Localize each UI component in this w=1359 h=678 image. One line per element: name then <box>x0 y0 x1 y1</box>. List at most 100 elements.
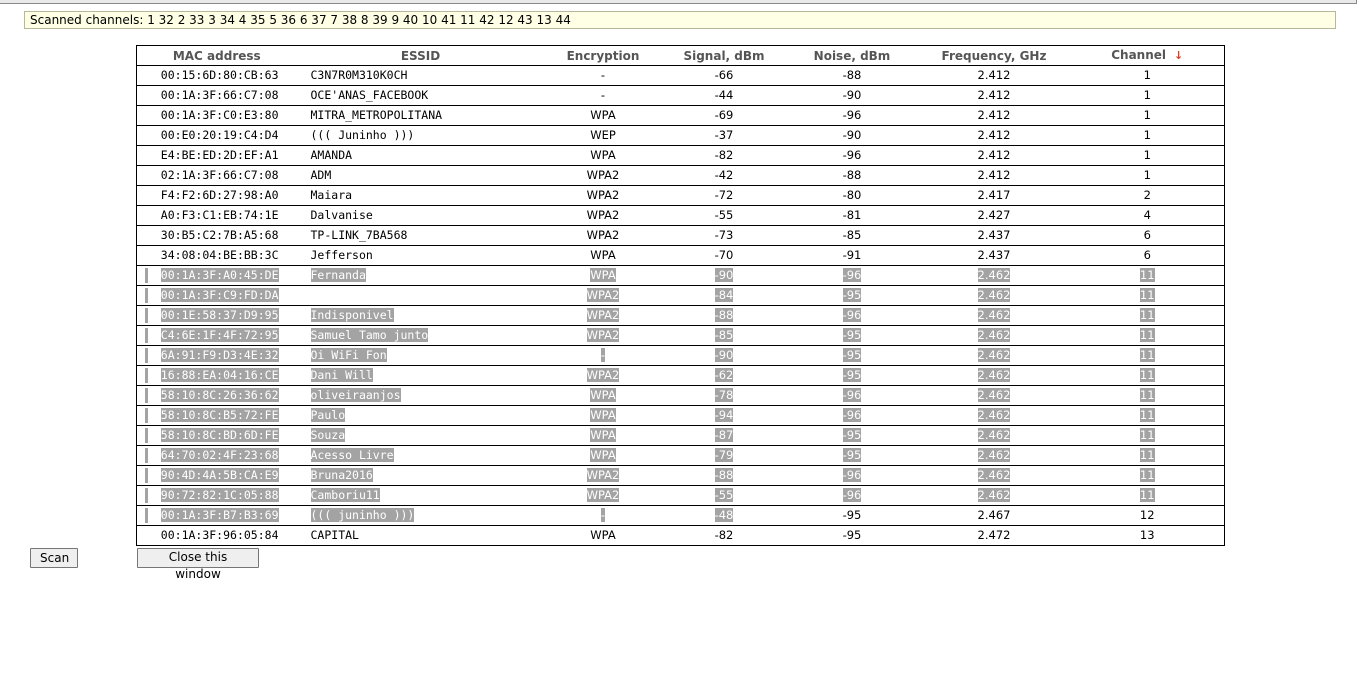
table-row[interactable]: 00:1A:3F:96:05:84 CAPITAL WPA -82 -95 2.472 13 <box>137 526 1225 546</box>
frequency-cell-text: 2.462 <box>977 448 1011 462</box>
encryption-cell: WPA2 <box>544 285 662 306</box>
column-header-signal[interactable]: Signal, dBm <box>661 45 787 66</box>
table-row[interactable]: 58:10:8C:26:36:62 oliveiraanjos WPA -78 -96 2… <box>136 385 1225 406</box>
signal-cell: -94 <box>661 405 787 426</box>
table-row[interactable]: 58:10:8C:B5:72:FE Paulo WPA -94 -96 2.462 11 <box>136 405 1225 426</box>
table-row[interactable]: 00:1A:3F:C0:E3:80 MITRA_METROPOLITANA WPA -… <box>136 105 1225 126</box>
essid-cell: MITRA_METROPOLITANA <box>296 105 545 126</box>
noise-cell-text: -95 <box>842 428 862 442</box>
table-row[interactable]: 90:72:82:1C:05:88 Camboriu11 WPA2 -55 -96 2.4… <box>136 485 1225 506</box>
table-row[interactable]: 00:1A:3F:B7:B3:69 ((( juninho ))) - -48 -95 2… <box>136 505 1225 526</box>
encryption-cell-text: WPA <box>590 448 616 462</box>
mac-cell-text: 00:1A:3F:C0:E3:80 <box>160 108 279 122</box>
encryption-cell: WPA <box>544 265 662 286</box>
column-header-mac[interactable]: MAC address <box>136 45 297 66</box>
essid-cell-text: ((( Juninho ))) <box>310 128 415 142</box>
signal-cell: -85 <box>661 325 787 346</box>
mac-cell-text: 16:88:EA:04:16:CE <box>160 368 279 382</box>
signal-cell: -84 <box>661 285 787 306</box>
table-row[interactable]: 64:70:02:4F:23:68 Acesso Livre WPA -79 -95 2.… <box>136 445 1225 466</box>
column-header-noise[interactable]: Noise, dBm <box>786 45 918 66</box>
mac-cell-text: C4:6E:1F:4F:72:95 <box>160 328 279 342</box>
frequency-cell-text: 2.417 <box>977 188 1011 202</box>
table-row[interactable]: A0:F3:C1:EB:74:1E Dalvanise WPA2 -55 -81 2.42… <box>136 205 1225 226</box>
noise-cell: -81 <box>786 205 918 226</box>
essid-cell: TP-LINK_7BA568 <box>296 225 545 246</box>
column-header-frequency[interactable]: Frequency, GHz <box>917 45 1071 66</box>
mac-cell-text: 58:10:8C:B5:72:FE <box>160 408 279 422</box>
mac-cell-text: 00:E0:20:19:C4:D4 <box>160 128 279 142</box>
frequency-cell-text: 2.412 <box>977 148 1011 162</box>
encryption-cell: WPA2 <box>544 225 662 246</box>
table-row[interactable]: 34:08:04:BE:BB:3C Jefferson WPA -70 -91 2.437… <box>136 245 1225 266</box>
signal-cell-text: -84 <box>714 288 734 302</box>
mac-cell: 16:88:EA:04:16:CE <box>136 365 297 386</box>
noise-cell-text: -91 <box>842 248 862 262</box>
noise-cell: -96 <box>786 465 918 486</box>
frequency-cell-text: 2.462 <box>977 428 1011 442</box>
mac-cell-text: 00:1A:3F:96:05:84 <box>160 528 279 542</box>
mac-cell: 00:15:6D:80:CB:63 <box>136 65 297 86</box>
column-header-encryption[interactable]: Encryption <box>544 45 662 66</box>
table-row[interactable]: E4:BE:ED:2D:EF:A1 AMANDA WPA -82 -96 2.412 1 <box>136 145 1225 166</box>
selection-marker <box>145 448 148 463</box>
essid-cell-text: Paulo <box>310 408 346 422</box>
essid-cell-text: MITRA_METROPOLITANA <box>310 108 443 122</box>
channel-cell: 11 <box>1070 265 1225 286</box>
mac-cell-text: 00:1A:3F:C9:FD:DA <box>160 288 279 302</box>
channel-cell-text: 11 <box>1139 488 1155 502</box>
encryption-cell: WPA <box>544 385 662 406</box>
noise-cell-text: -95 <box>842 348 862 362</box>
frequency-cell: 2.412 <box>917 85 1071 106</box>
essid-cell-text: Oi WiFi Fon <box>310 348 387 362</box>
frequency-cell: 2.472 <box>918 526 1071 546</box>
selection-marker <box>145 488 148 503</box>
table-row[interactable]: 6A:91:F9:D3:4E:32 Oi WiFi Fon - -90 -95 2.462… <box>136 345 1225 366</box>
encryption-cell-text: WPA <box>590 148 616 162</box>
close-window-button[interactable]: Close this window <box>137 548 259 581</box>
table-row[interactable]: 00:E0:20:19:C4:D4 ((( Juninho ))) WEP -37 -9… <box>136 125 1225 146</box>
essid-cell: Oi WiFi Fon <box>296 345 545 366</box>
frequency-cell: 2.412 <box>917 145 1071 166</box>
column-header-essid[interactable]: ESSID <box>296 45 545 66</box>
selection-marker <box>145 268 148 283</box>
channel-cell-text: 2 <box>1143 188 1151 202</box>
table-row[interactable]: 00:1A:3F:66:C7:08 OCE'ANAS_FACEBOOK - -44 -9… <box>136 85 1225 106</box>
essid-cell: C3N7R0M310K0CH <box>296 65 545 86</box>
table-row[interactable]: 02:1A:3F:66:C7:08 ADM WPA2 -42 -88 2.412 1 <box>136 165 1225 186</box>
table-row[interactable]: 30:B5:C2:7B:A5:68 TP-LINK_7BA568 WPA2 -73 -8… <box>136 225 1225 246</box>
table-row[interactable]: C4:6E:1F:4F:72:95 Samuel Tamo junto WPA2 -8… <box>136 325 1225 346</box>
channel-cell: 4 <box>1070 205 1225 226</box>
frequency-cell-text: 2.412 <box>977 128 1011 142</box>
table-row[interactable]: 00:1E:58:37:D9:95 Indisponivel WPA2 -88 -96 2… <box>136 305 1225 326</box>
channel-cell: 1 <box>1070 125 1225 146</box>
frequency-cell-text: 2.437 <box>977 228 1011 242</box>
scan-button[interactable]: Scan <box>30 548 78 568</box>
signal-cell: -44 <box>661 85 787 106</box>
table-row[interactable]: 00:15:6D:80:CB:63 C3N7R0M310K0CH - -66 -88 2.… <box>136 65 1225 86</box>
column-header-channel[interactable]: Channel ↓ <box>1070 45 1225 66</box>
encryption-cell: - <box>544 345 662 366</box>
noise-cell-text: -96 <box>842 268 862 282</box>
mac-cell: 00:1A:3F:C0:E3:80 <box>136 105 297 126</box>
encryption-cell-text: WPA2 <box>586 188 620 202</box>
essid-cell: OCE'ANAS_FACEBOOK <box>296 85 545 106</box>
table-row[interactable]: 00:1A:3F:C9:FD:DA WPA2 -84 -95 2.462 11 <box>136 285 1225 306</box>
signal-cell-text: -88 <box>714 468 734 482</box>
table-row[interactable]: F4:F2:6D:27:98:A0 Maiara WPA2 -72 -80 2.417 2 <box>136 185 1225 206</box>
table-row[interactable]: 58:10:8C:BD:6D:FE Souza WPA -87 -95 2.462 11 <box>136 425 1225 446</box>
table-row[interactable]: 16:88:EA:04:16:CE Dani Will WPA2 -62 -95 2.46… <box>136 365 1225 386</box>
table-row[interactable]: 00:1A:3F:A0:45:DE Fernanda WPA -90 -96 2.462 1… <box>136 265 1225 286</box>
selection-marker <box>145 388 148 403</box>
noise-cell: -96 <box>786 305 918 326</box>
frequency-cell: 2.427 <box>917 205 1071 226</box>
frequency-cell: 2.462 <box>917 425 1071 446</box>
frequency-cell: 2.462 <box>917 405 1071 426</box>
frequency-cell: 2.462 <box>917 465 1071 486</box>
encryption-cell: WPA2 <box>544 165 662 186</box>
table-row[interactable]: 90:4D:4A:5B:CA:E9 Bruna2016 WPA2 -88 -96 2.46… <box>136 465 1225 486</box>
noise-cell-text: -95 <box>842 288 862 302</box>
noise-cell: -88 <box>786 165 918 186</box>
signal-cell: -87 <box>661 425 787 446</box>
channel-cell-text: 1 <box>1143 88 1151 102</box>
